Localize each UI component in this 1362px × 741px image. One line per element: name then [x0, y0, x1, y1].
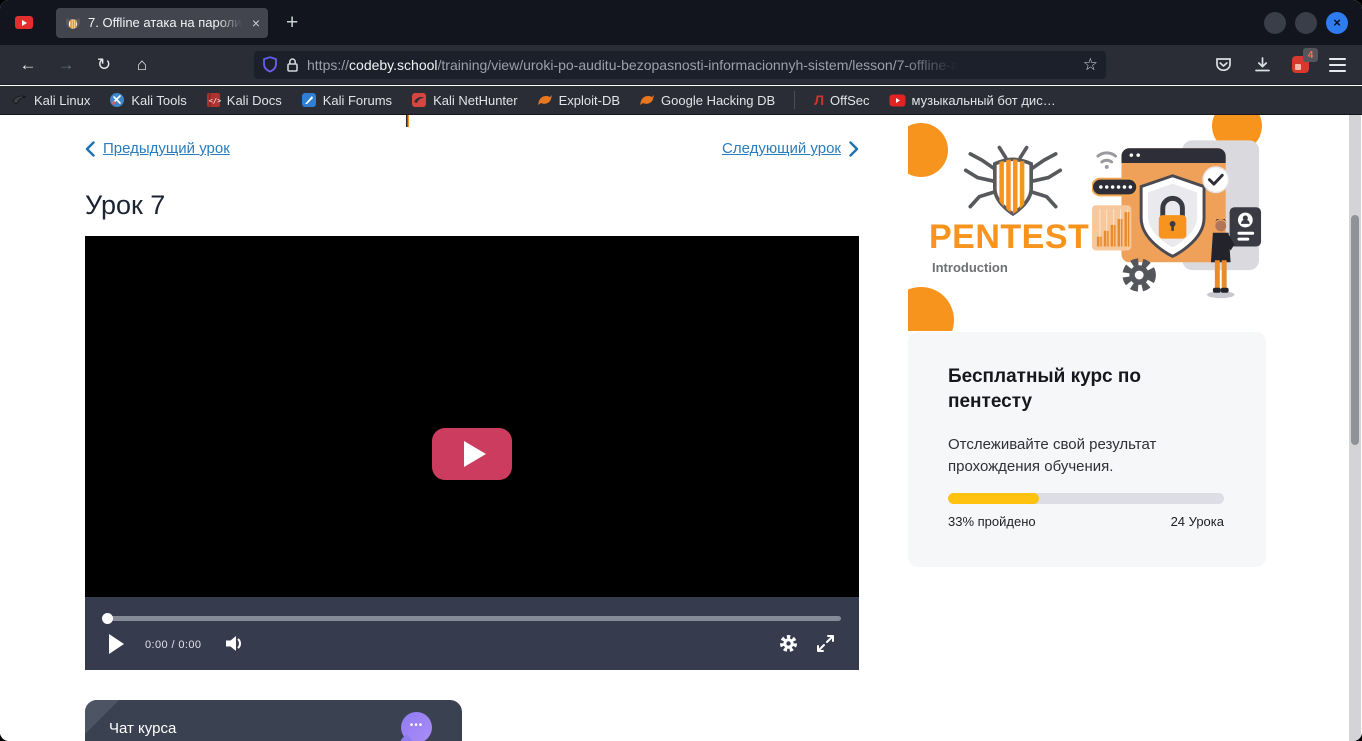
fullscreen-icon[interactable] — [816, 634, 835, 653]
next-lesson-link[interactable]: Следующий урок — [722, 140, 859, 157]
password-field-graphic — [1092, 179, 1137, 196]
url-domain: codeby.school — [349, 57, 437, 73]
minimize-button[interactable] — [1264, 12, 1286, 34]
progress-labels: 33% пройдено 24 Урока — [948, 514, 1224, 529]
title-bar: 7. Offline атака на пароли × + × — [0, 0, 1362, 45]
url-protocol: https:// — [307, 57, 349, 73]
seek-handle[interactable] — [102, 613, 113, 624]
video-player: 0:00 / 0:00 — [85, 236, 859, 670]
chat-title: Чат курса — [109, 720, 176, 737]
lesson-title: Урок 7 — [85, 190, 165, 221]
tab-title: 7. Offline атака на пароли — [88, 15, 245, 30]
big-play-button[interactable] — [432, 428, 512, 480]
google-hacking-db-icon — [639, 93, 655, 107]
brand-subtitle: Introduction — [932, 260, 1008, 275]
video-screen[interactable] — [85, 236, 859, 597]
brand-name: PENTEST — [929, 218, 1089, 257]
codeby-favicon-icon — [65, 15, 81, 31]
downloads-icon[interactable] — [1253, 56, 1272, 74]
lesson-navigation: Предыдущий урок Следующий урок — [85, 140, 859, 157]
chevron-left-icon — [85, 141, 95, 157]
bookmark-kali-forums[interactable]: Kali Forums — [301, 92, 392, 108]
youtube-pinned-tab-icon[interactable] — [15, 16, 33, 29]
cutoff-text-fragment — [406, 115, 409, 127]
url-text: https://codeby.school/training/view/urok… — [307, 57, 1077, 73]
settings-gear-icon[interactable] — [778, 633, 799, 654]
kali-forums-icon — [301, 92, 317, 108]
pentest-spider-logo-icon — [958, 143, 1068, 223]
course-card-title: Бесплатный курс по пентесту — [948, 364, 1228, 414]
extension-badge: 4 — [1303, 48, 1318, 62]
close-button[interactable]: × — [1326, 12, 1348, 34]
progress-percent-label: 33% пройдено — [948, 514, 1036, 529]
url-path: /training/view/uroki-po-auditu-bezopasno… — [438, 57, 963, 73]
course-progress-track — [948, 493, 1224, 504]
new-tab-button[interactable]: + — [286, 11, 298, 35]
player-controls: 0:00 / 0:00 — [85, 597, 859, 670]
home-button[interactable]: ⌂ — [126, 51, 158, 79]
page-content: Предыдущий урок Следующий урок Урок 7 0:… — [0, 115, 1362, 741]
maximize-button[interactable] — [1295, 12, 1317, 34]
kali-tools-icon — [109, 92, 125, 108]
kali-dragon-icon — [12, 92, 28, 108]
tab-close-icon[interactable]: × — [252, 16, 260, 30]
contact-card-graphic — [1230, 207, 1261, 246]
lock-icon[interactable] — [285, 57, 300, 73]
bookmark-google-hacking-db[interactable]: Google Hacking DB — [639, 93, 775, 108]
check-circle-graphic — [1203, 167, 1229, 193]
previous-lesson-link[interactable]: Предыдущий урок — [85, 140, 230, 157]
bookmarks-separator — [794, 91, 795, 109]
navigation-toolbar: ← → ↻ ⌂ https://codeby.school/training/v… — [0, 45, 1362, 85]
orange-circle-decoration — [908, 123, 948, 177]
gear-graphic — [1126, 262, 1152, 288]
offsec-icon: Л — [814, 92, 824, 108]
play-button[interactable] — [109, 634, 124, 654]
window-controls: × — [1264, 12, 1348, 34]
toolbar-icons: 4 — [1214, 56, 1346, 74]
chevron-right-icon — [849, 141, 859, 157]
bookmark-music-bot[interactable]: музыкальный бот дис… — [889, 93, 1056, 108]
bookmark-kali-tools[interactable]: Kali Tools — [109, 92, 186, 108]
orange-circle-decoration — [908, 287, 954, 331]
course-progress-fill — [948, 493, 1039, 504]
bookmark-offsec[interactable]: Л OffSec — [814, 92, 869, 108]
scrollbar-thumb[interactable] — [1351, 215, 1359, 445]
course-progress-card: Бесплатный курс по пентесту Отслеживайте… — [908, 332, 1266, 567]
course-banner[interactable]: PENTEST Introduction — [908, 115, 1266, 331]
extension-button[interactable]: 4 — [1292, 56, 1309, 73]
kali-docs-icon: </> — [206, 92, 221, 108]
chat-bubble-icon[interactable] — [401, 712, 432, 741]
menu-hamburger-icon[interactable] — [1329, 58, 1346, 72]
bookmark-exploit-db[interactable]: Exploit-DB — [537, 93, 620, 108]
pocket-save-icon[interactable] — [1214, 56, 1233, 74]
course-illustration — [1092, 133, 1264, 305]
scrollbar-track[interactable] — [1349, 115, 1361, 741]
course-card-description: Отслеживайте свой результат прохождения … — [948, 434, 1228, 478]
exploit-db-icon — [537, 93, 553, 107]
bookmark-star-icon[interactable]: ☆ — [1083, 55, 1098, 75]
forward-button[interactable]: → — [50, 51, 82, 79]
reload-button[interactable]: ↻ — [88, 51, 120, 79]
back-button[interactable]: ← — [12, 51, 44, 79]
bookmarks-bar: Kali Linux Kali Tools </> Kali Docs Kali… — [0, 86, 1362, 115]
volume-icon[interactable] — [225, 635, 247, 652]
seek-bar[interactable] — [103, 616, 841, 621]
time-display: 0:00 / 0:00 — [145, 639, 201, 651]
bookmark-kali-linux[interactable]: Kali Linux — [12, 92, 90, 108]
bar-chart-graphic — [1092, 205, 1131, 250]
browser-window: 7. Offline атака на пароли × + × ← → ↻ ⌂ — [0, 0, 1362, 741]
wifi-icon — [1098, 153, 1116, 169]
course-chat-widget[interactable]: Чат курса — [85, 700, 462, 741]
youtube-icon — [889, 94, 906, 107]
address-bar[interactable]: https://codeby.school/training/view/urok… — [254, 51, 1106, 79]
tracking-protection-shield-icon[interactable] — [262, 56, 278, 73]
bookmark-kali-docs[interactable]: </> Kali Docs — [206, 92, 282, 108]
svg-text:</>: </> — [208, 97, 220, 105]
active-tab[interactable]: 7. Offline атака на пароли × — [56, 8, 268, 38]
lessons-count-label: 24 Урока — [1171, 514, 1224, 529]
kali-nethunter-icon — [411, 92, 427, 108]
bookmark-kali-nethunter[interactable]: Kali NetHunter — [411, 92, 518, 108]
